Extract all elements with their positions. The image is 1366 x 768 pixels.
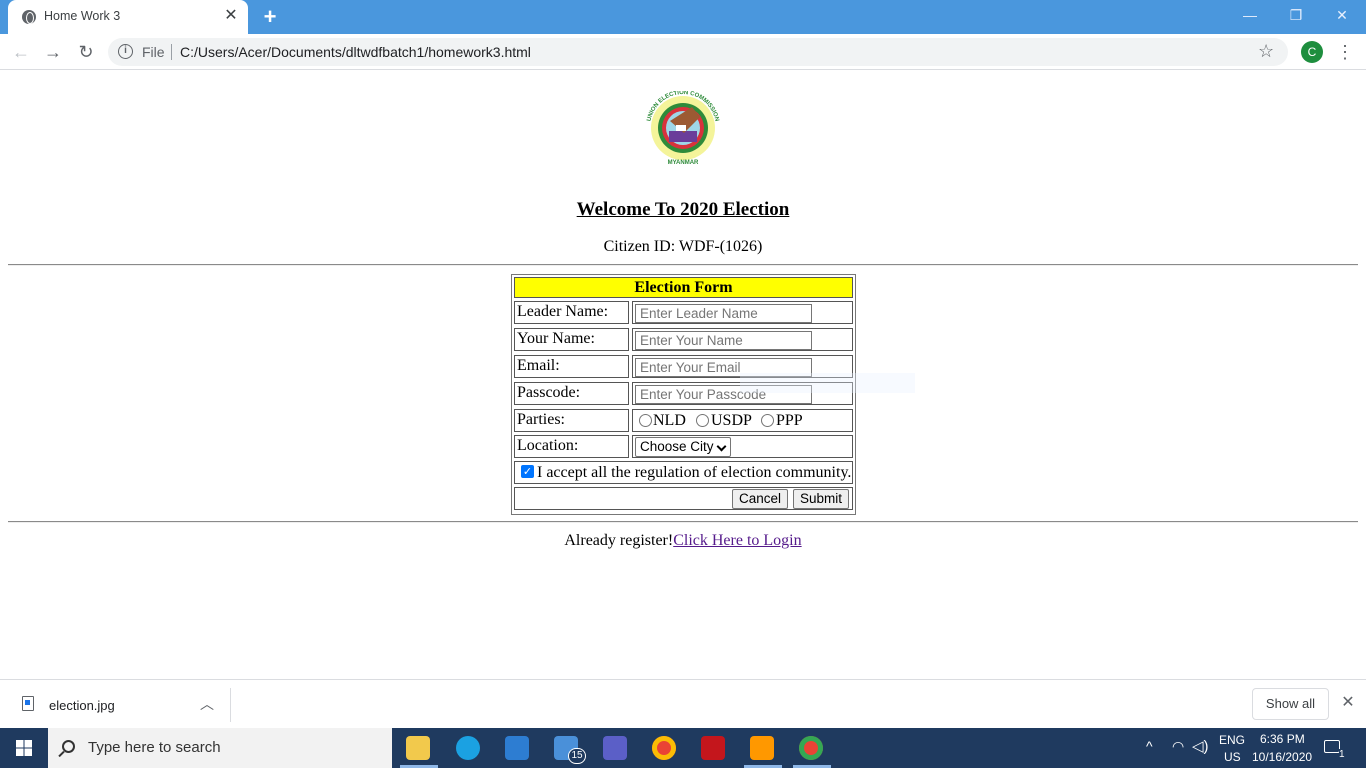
sublime-text-icon[interactable] xyxy=(750,736,774,760)
cancel-button[interactable]: Cancel xyxy=(732,489,788,509)
system-tray: ^ ◠ ◁) ENG US 6:36 PM 10/16/2020 1 xyxy=(1140,728,1366,768)
your-name-input[interactable]: Enter Your Name xyxy=(635,331,812,350)
login-prompt: Already register!Click Here to Login xyxy=(0,532,1366,550)
parties-cell: NLD USDP PPP xyxy=(632,409,853,432)
radio-label-usdp: USDP xyxy=(711,412,752,429)
bookmark-star-icon[interactable]: ☆ xyxy=(1258,41,1274,62)
clock-time[interactable]: 6:36 PM xyxy=(1260,732,1305,746)
teams-icon[interactable] xyxy=(603,736,627,760)
clock-date[interactable]: 10/16/2020 xyxy=(1252,750,1312,764)
location-label: Location: xyxy=(514,435,629,458)
location-cell: Choose City xyxy=(632,435,853,458)
accept-text: I accept all the regulation of election … xyxy=(537,464,852,481)
button-row: Cancel Submit xyxy=(514,487,853,510)
forward-icon[interactable]: → xyxy=(41,40,65,64)
divider xyxy=(171,44,172,60)
chrome-icon[interactable] xyxy=(652,736,676,760)
divider xyxy=(8,264,1358,266)
file-explorer-icon[interactable] xyxy=(406,736,430,760)
leader-name-label: Leader Name: xyxy=(514,301,629,324)
browser-toolbar: ← → ↻ i File C:/Users/Acer/Documents/dlt… xyxy=(0,34,1366,70)
store-icon[interactable] xyxy=(505,736,529,760)
profile-avatar[interactable]: C xyxy=(1301,41,1323,63)
windows-taskbar: Type here to search 15 ^ ◠ ◁) ENG US 6:3… xyxy=(0,728,1366,768)
image-file-icon xyxy=(22,696,34,711)
search-icon xyxy=(62,740,75,753)
region[interactable]: US xyxy=(1224,750,1241,764)
logo-bottom-text: MYANMAR xyxy=(668,160,699,166)
address-bar[interactable]: i File C:/Users/Acer/Documents/dltwdfbat… xyxy=(108,38,1288,66)
mail-badge: 15 xyxy=(568,748,586,764)
login-prefix: Already register! xyxy=(564,532,674,549)
shelf-close-icon[interactable]: ✕ xyxy=(1338,693,1358,713)
divider xyxy=(230,688,231,722)
reload-icon[interactable]: ↻ xyxy=(74,40,98,64)
passcode-label: Passcode: xyxy=(514,382,629,405)
url-text[interactable]: C:/Users/Acer/Documents/dltwdfbatch1/hom… xyxy=(180,44,531,60)
download-shelf: election.jpg ︿ Show all ✕ xyxy=(0,679,1366,728)
citizen-id: Citizen ID: WDF-(1026) xyxy=(603,238,763,255)
back-icon[interactable]: ← xyxy=(9,40,33,64)
taskbar-search[interactable]: Type here to search xyxy=(48,728,392,768)
form-title: Election Form xyxy=(514,277,853,298)
election-commission-logo: UNION ELECTION COMMISSION MYANMAR xyxy=(646,91,719,166)
language[interactable]: ENG xyxy=(1219,733,1245,747)
page-title: Welcome To 2020 Election xyxy=(576,199,790,220)
globe-icon xyxy=(22,10,36,24)
election-form: Election Form Leader Name: Enter Leader … xyxy=(511,274,856,515)
page-content: UNION ELECTION COMMISSION MYANMAR Welcom… xyxy=(0,71,1366,679)
chevron-up-icon[interactable]: ^ xyxy=(1146,738,1153,754)
scheme-label: File xyxy=(142,44,165,60)
leader-name-input[interactable]: Enter Leader Name xyxy=(635,304,812,323)
parties-label: Parties: xyxy=(514,409,629,432)
notification-count: 1 xyxy=(1339,749,1345,760)
browser-tab[interactable]: Home Work 3 ✕ xyxy=(8,0,248,34)
minimize-icon[interactable]: — xyxy=(1240,5,1260,25)
city-select[interactable]: Choose City xyxy=(635,437,731,457)
info-icon[interactable]: i xyxy=(118,44,133,59)
your-name-cell: Enter Your Name xyxy=(632,328,853,351)
login-link[interactable]: Click Here to Login xyxy=(673,532,801,549)
tab-title: Home Work 3 xyxy=(44,9,121,23)
notifications-icon[interactable] xyxy=(1324,740,1340,753)
tab-close-icon[interactable]: ✕ xyxy=(222,7,240,25)
radio-label-ppp: PPP xyxy=(776,412,803,429)
download-file-name[interactable]: election.jpg xyxy=(49,698,115,713)
radio-nld[interactable] xyxy=(639,414,652,427)
windows-start-icon[interactable] xyxy=(0,728,48,768)
show-all-button[interactable]: Show all xyxy=(1252,688,1329,720)
submit-button[interactable]: Submit xyxy=(793,489,849,509)
accept-row: ✓ I accept all the regulation of electio… xyxy=(514,461,853,484)
divider xyxy=(8,521,1358,523)
radio-usdp[interactable] xyxy=(696,414,709,427)
pdf-app-icon[interactable] xyxy=(701,736,725,760)
accept-checkbox[interactable]: ✓ xyxy=(521,465,534,478)
menu-kebab-icon[interactable]: ⋮ xyxy=(1336,40,1354,64)
edge-icon[interactable] xyxy=(456,736,480,760)
your-name-label: Your Name: xyxy=(514,328,629,351)
volume-icon[interactable]: ◁) xyxy=(1192,737,1209,755)
radio-label-nld: NLD xyxy=(653,412,686,429)
leader-name-cell: Enter Leader Name xyxy=(632,301,853,324)
chrome-profile-icon[interactable] xyxy=(799,736,823,760)
chevron-up-icon[interactable]: ︿ xyxy=(198,694,216,712)
restore-icon[interactable]: ❐ xyxy=(1286,5,1306,25)
email-label: Email: xyxy=(514,355,629,378)
window-close-icon[interactable]: ✕ xyxy=(1332,5,1352,25)
network-icon[interactable]: ◠ xyxy=(1172,738,1184,755)
browser-tab-bar: Home Work 3 ✕ + — ❐ ✕ xyxy=(0,0,1366,34)
drag-ghost-overlay xyxy=(740,373,915,393)
radio-ppp[interactable] xyxy=(761,414,774,427)
new-tab-icon[interactable]: + xyxy=(258,5,282,29)
search-placeholder: Type here to search xyxy=(88,739,221,756)
